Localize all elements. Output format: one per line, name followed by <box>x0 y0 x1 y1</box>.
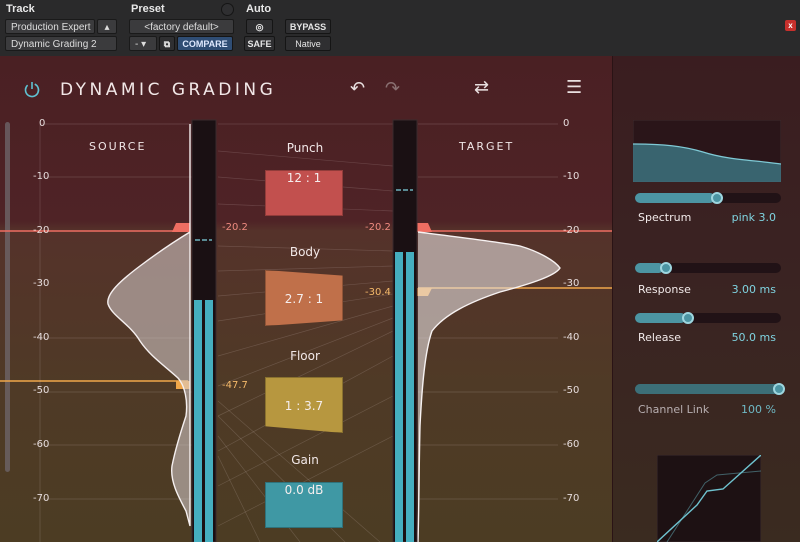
source-label: SOURCE <box>89 140 147 153</box>
plugin-window: DYNAMIC GRADING ↶ ↷ ⇄ ☰ 0 -10 -20 -30 -4… <box>0 56 800 542</box>
scale-right-60: -60 <box>563 439 580 450</box>
punch-label: Punch <box>286 141 324 155</box>
track-name-select[interactable]: Production Expert <box>5 19 95 34</box>
floor-label: Floor <box>290 349 320 363</box>
spectrum-slider[interactable] <box>635 192 781 204</box>
close-icon[interactable]: x <box>785 20 796 31</box>
floor-ratio-control[interactable]: 1 : 3.7 <box>265 377 343 433</box>
source-lower-threshold-value[interactable]: -47.7 <box>222 380 248 391</box>
scale-left-50: -50 <box>33 385 50 396</box>
track-label: Track <box>6 3 35 15</box>
gain-label: Gain <box>291 453 319 467</box>
spectrum-slider-knob[interactable] <box>711 192 724 204</box>
target-label: TARGET <box>459 140 515 153</box>
channel-link-value[interactable]: 100 % <box>700 403 776 416</box>
spectrum-value[interactable]: pink 3.0 <box>700 211 776 224</box>
target-lower-threshold-value[interactable]: -30.4 <box>365 287 391 298</box>
automation-icon[interactable]: ◎ <box>246 19 273 34</box>
transfer-curve-display <box>657 455 761 542</box>
compare-button[interactable]: COMPARE <box>177 36 233 51</box>
target-meter-left <box>395 252 403 542</box>
target-upper-threshold-value[interactable]: -20.2 <box>365 222 391 233</box>
target-upper-handle <box>416 223 432 232</box>
preset-select[interactable]: <factory default> <box>129 19 234 34</box>
release-value[interactable]: 50.0 ms <box>700 331 776 344</box>
scale-right-20: -20 <box>563 225 580 236</box>
target-meter-right <box>406 252 414 542</box>
track-group-select[interactable]: ▴ <box>97 19 117 34</box>
spectrum-label: Spectrum <box>638 211 692 224</box>
body-ratio-control[interactable]: 2.7 : 1 <box>265 270 343 326</box>
source-histogram <box>107 124 191 527</box>
scale-right-40: -40 <box>563 332 580 343</box>
insert-select[interactable]: Dynamic Grading 2 <box>5 36 117 51</box>
gain-control[interactable]: 0.0 dB <box>265 482 343 528</box>
release-slider-fill <box>635 313 687 323</box>
auto-label: Auto <box>246 3 272 15</box>
source-meter-left <box>194 300 202 542</box>
channel-link-label: Channel Link <box>638 403 710 416</box>
body-label: Body <box>289 245 321 259</box>
spectrum-slider-fill <box>635 193 716 203</box>
scale-left-20: -20 <box>33 225 50 236</box>
source-upper-handle <box>172 223 190 232</box>
punch-ratio-control[interactable]: 12 : 1 <box>265 170 343 216</box>
response-label: Response <box>638 283 691 296</box>
response-slider[interactable] <box>635 262 781 274</box>
release-label: Release <box>638 331 681 344</box>
clipboard-icon[interactable]: ⧉ <box>159 36 175 51</box>
channel-link-slider-knob[interactable] <box>772 383 785 395</box>
channel-link-slider[interactable] <box>635 383 785 395</box>
preset-menu-button[interactable] <box>221 3 234 16</box>
response-slider-knob[interactable] <box>660 262 673 274</box>
response-value[interactable]: 3.00 ms <box>700 283 776 296</box>
spectrum-display <box>633 120 781 182</box>
scale-right-10: -10 <box>563 171 580 182</box>
native-badge: Native <box>285 36 331 51</box>
scale-left-30: -30 <box>33 278 50 289</box>
source-upper-threshold-value[interactable]: -20.2 <box>222 222 248 233</box>
scale-right-0: 0 <box>563 118 570 129</box>
bypass-button[interactable]: BYPASS <box>285 19 331 34</box>
chevron-down-icon: ▾ <box>141 39 147 50</box>
scale-right-30: -30 <box>563 278 580 289</box>
scale-right-70: -70 <box>563 493 580 504</box>
release-slider[interactable] <box>635 312 781 324</box>
scale-left-40: -40 <box>33 332 50 343</box>
preset-minus-button[interactable]: - ▾ <box>129 36 157 51</box>
scale-left-70: -70 <box>33 493 50 504</box>
target-histogram <box>417 231 561 542</box>
host-toolbar: Track Preset Auto Production Expert ▴ Dy… <box>0 0 800 57</box>
preset-label: Preset <box>131 3 165 15</box>
group-icon: ▴ <box>104 22 110 33</box>
channel-link-slider-fill <box>635 384 781 394</box>
source-meter-right <box>205 300 213 542</box>
scale-left-0: 0 <box>39 118 46 129</box>
scale-left-60: -60 <box>33 439 50 450</box>
scale-left-10: -10 <box>33 171 50 182</box>
scale-right-50: -50 <box>563 385 580 396</box>
release-slider-knob[interactable] <box>682 312 695 324</box>
safe-button[interactable]: SAFE <box>244 36 275 51</box>
